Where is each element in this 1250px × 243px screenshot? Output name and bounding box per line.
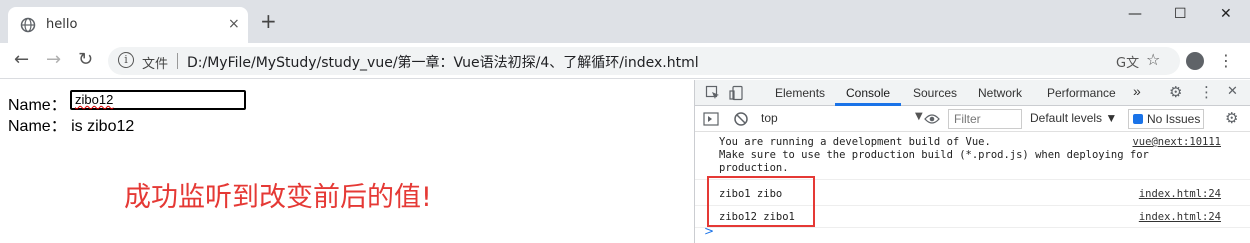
sidebar-toggle-icon[interactable] [703,112,719,126]
clear-console-icon[interactable] [733,111,749,127]
more-tabs-icon[interactable]: » [1133,83,1141,99]
console-settings-icon[interactable]: ⚙ [1225,110,1238,126]
tab-network[interactable]: Network [978,86,1022,100]
window-close-button[interactable]: ✕ [1220,6,1232,22]
address-bar[interactable]: i 文件 D:/MyFile/MyStudy/study_vue/第一章：Vue… [108,47,1180,75]
browser-toolbar: ← → ↻ i 文件 D:/MyFile/MyStudy/study_vue/第… [0,43,1250,79]
log-levels-select[interactable]: Default levels ▼ [1030,111,1117,125]
console-message-text: You are running a development build of V… [719,136,1149,174]
console-message-source[interactable]: index.html:24 [1139,211,1221,223]
device-toolbar-icon[interactable] [729,85,745,101]
url-scheme: 文件 [142,57,169,72]
highlight-box [707,176,815,227]
devtools-menu-icon[interactable]: ⋮ [1199,84,1214,100]
divider [177,53,178,69]
reload-button[interactable]: ↻ [78,50,93,70]
info-icon[interactable]: i [118,52,134,68]
page-content: Name： zibo12 Name： is zibo12 成功监听到改变前后的值… [0,80,694,243]
issues-button[interactable]: No Issues [1128,109,1204,129]
context-selector[interactable]: top [761,111,778,125]
name-output: Name： is zibo12 [8,118,135,135]
tab-console[interactable]: Console [846,86,890,100]
maximize-button[interactable]: ☐ [1174,6,1187,22]
issues-label: No Issues [1147,112,1201,126]
minimize-button[interactable]: — [1128,6,1142,22]
console-message-source[interactable]: index.html:24 [1139,188,1221,200]
console-message-source[interactable]: vue@next:10111 [1132,136,1221,148]
devtools-close-icon[interactable]: ✕ [1227,84,1238,100]
settings-icon[interactable]: ⚙ [1169,84,1182,100]
console-message: You are running a development build of V… [695,136,1250,180]
profile-avatar[interactable] [1186,52,1204,70]
annotation-text: 成功监听到改变前后的值! [124,182,432,213]
translate-icon[interactable]: G文 [1116,52,1139,71]
browser-menu-icon[interactable]: ⋮ [1218,51,1234,70]
new-tab-button[interactable]: + [260,11,277,31]
globe-icon [20,17,36,33]
console-toolbar: top ▼ Filter Default levels ▼ No Issues … [695,106,1250,132]
devtools-tabbar: Elements Console Sources Network Perform… [695,80,1250,106]
eye-icon[interactable] [924,113,940,125]
tab-elements[interactable]: Elements [775,86,825,100]
filter-input[interactable]: Filter [948,109,1022,129]
url-text[interactable]: D:/MyFile/MyStudy/study_vue/第一章：Vue语法初探/… [187,52,699,72]
forward-button[interactable]: → [46,50,61,70]
back-button[interactable]: ← [14,50,29,70]
tab-strip: hello × + — ☐ ✕ [0,0,1250,43]
inspect-icon[interactable] [705,85,721,101]
issues-icon [1133,114,1143,124]
browser-tab[interactable]: hello × [8,7,248,43]
tab-close-icon[interactable]: × [228,16,240,32]
console-prompt[interactable]: > [704,224,714,238]
tab-title: hello [46,17,78,32]
bookmark-star-icon[interactable]: ☆ [1146,50,1160,69]
name-input[interactable]: zibo12 [70,90,246,110]
tab-sources[interactable]: Sources [913,86,957,100]
tab-performance[interactable]: Performance [1047,86,1116,100]
chevron-down-icon: ▼ [915,111,923,122]
